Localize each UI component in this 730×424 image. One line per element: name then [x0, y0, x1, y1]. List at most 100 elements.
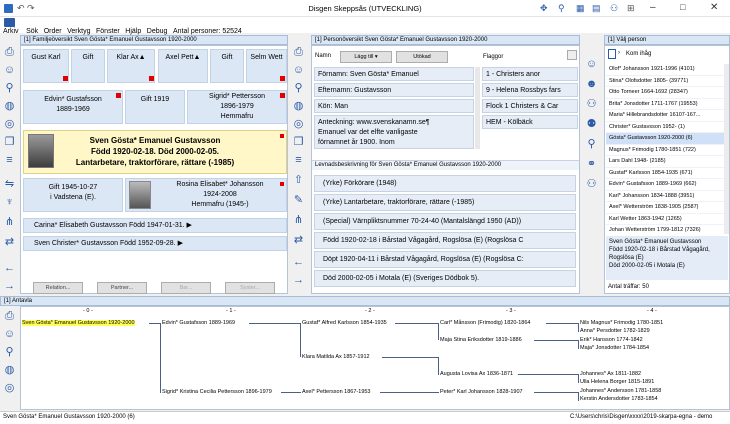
search-icon[interactable]: ⚲: [585, 138, 598, 151]
printer-icon[interactable]: ⎙: [3, 310, 16, 323]
edit-icon[interactable]: ✎: [292, 194, 305, 207]
menu-order[interactable]: Order: [44, 28, 62, 35]
bio-item[interactable]: Döpt 1920-04-11 i Bårstad Vågagård, Rogs…: [314, 251, 576, 268]
relation-button[interactable]: Relation...: [33, 282, 83, 294]
shuffle-icon[interactable]: ⇄: [3, 236, 16, 249]
maximize-icon[interactable]: □: [680, 2, 685, 12]
calendar-icon[interactable]: ▦: [576, 3, 585, 14]
father-card[interactable]: Edvin* Gustafsson 1889-1969: [23, 90, 123, 124]
flag-item[interactable]: HEM - Kölbäck: [482, 115, 578, 129]
bio-item[interactable]: Född 1920-02-18 i Bårstad Vågagård, Rogs…: [314, 232, 576, 249]
grandparent-marriage[interactable]: Gift: [71, 49, 105, 83]
list-item[interactable]: Magnus* Frimodig 1780-1851 (722): [606, 145, 724, 156]
search-icon[interactable]: ⚲: [292, 82, 305, 95]
forward-icon[interactable]: →: [292, 274, 305, 287]
menu-fonster[interactable]: Fönster: [96, 28, 120, 35]
ancestor-node[interactable]: Klara Matilda Ax 1857-1912: [302, 354, 370, 360]
menu-verktyg[interactable]: Verktyg: [67, 28, 90, 35]
spouse-marriage[interactable]: Gift 1945-10-27 i Vadstena (E).: [23, 178, 123, 212]
person-pair-icon[interactable]: ⚭: [585, 158, 598, 171]
split-icon[interactable]: ⇋: [3, 178, 16, 191]
list-item[interactable]: Karl Wetter 1863-1942 (1265): [606, 214, 724, 225]
grid-icon[interactable]: ⊞: [627, 3, 635, 14]
back-icon[interactable]: ←: [3, 262, 16, 275]
globe-icon[interactable]: ◍: [3, 364, 16, 377]
note-field[interactable]: Anteckning: www.svenskanamn.se¶ Emanuel …: [314, 115, 474, 149]
remember-label[interactable]: Kom ihåg: [626, 51, 651, 57]
person-icon[interactable]: ☺: [292, 64, 305, 77]
menu-hjalp[interactable]: Hjälp: [125, 28, 141, 35]
globe-icon[interactable]: ◍: [292, 100, 305, 113]
family-icon[interactable]: ♆: [3, 196, 16, 209]
ancestor-node[interactable]: Carl* Månsson (Frimodig) 1820-1864: [440, 320, 530, 326]
list-scrollbar[interactable]: [724, 64, 729, 234]
expand-button[interactable]: Utökad: [396, 51, 448, 63]
bio-item[interactable]: Död 2000-02-05 i Motala (E) (Sveriges Dö…: [314, 270, 576, 287]
child-row[interactable]: Sven Christer* Gustavsson Född 1952-09-2…: [23, 236, 287, 251]
flags-menu-button[interactable]: [567, 50, 577, 60]
ancestor-node[interactable]: Kerstin Andersdotter 1783-1854: [580, 396, 658, 402]
person-filter-icon[interactable]: ⚇: [585, 98, 598, 111]
list-item[interactable]: Christer* Gustavsson 1952- (1): [606, 122, 724, 133]
copy-icon[interactable]: ❐: [292, 136, 305, 149]
ancestor-node[interactable]: Johannes* Andersson 1781-1858: [580, 388, 661, 394]
person-remove-icon[interactable]: ⚉: [585, 118, 598, 131]
list-item[interactable]: Axel* Wetterström 1838-1905 (2587): [606, 202, 724, 214]
person-sort-icon[interactable]: ☻: [585, 78, 598, 91]
globe-icon[interactable]: ◍: [3, 100, 16, 113]
partner-button[interactable]: Partner...: [97, 282, 147, 294]
person-add-icon[interactable]: ☺: [585, 58, 598, 71]
bio-item[interactable]: (Yrke) Lantarbetare, traktorförare, rätt…: [314, 194, 576, 211]
grandparent-marriage[interactable]: Gift: [210, 49, 244, 83]
ancestor-node[interactable]: Maja Stina Eriksdotter 1819-1886: [440, 337, 522, 343]
root-person[interactable]: Sven Gösta* Emanuel Gustavsson 1920-2000: [22, 320, 135, 326]
ancestor-node[interactable]: Maja* Jonsdotter 1784-1854: [580, 345, 649, 351]
name-tab[interactable]: Namn: [315, 53, 331, 59]
merge-icon[interactable]: ⋔: [3, 216, 16, 229]
list-item[interactable]: Otto Torneer 1664-1692 (28347): [606, 87, 724, 99]
back-icon[interactable]: ←: [292, 256, 305, 269]
globe-search-icon[interactable]: ◎: [3, 382, 16, 395]
forward-icon[interactable]: →: [3, 280, 16, 293]
person-icon[interactable]: ☺: [3, 328, 16, 341]
list-item[interactable]: Olof* Johansson 1921-1996 (4101): [606, 64, 724, 76]
grandparent-card[interactable]: Klar Ax▲: [107, 49, 155, 83]
flag-item[interactable]: 1 - Christers anor: [482, 67, 578, 81]
parents-marriage[interactable]: Gift 1919: [125, 90, 185, 124]
close-icon[interactable]: ✕: [710, 2, 718, 13]
tree-icon[interactable]: ⚲: [558, 3, 565, 14]
ancestor-node[interactable]: Johannes* Ax 1811-1882: [580, 371, 641, 377]
bio-item[interactable]: (Special) Värnpliktsnummer 70-24-40 (Man…: [314, 213, 576, 230]
book-icon[interactable]: ▤: [592, 3, 601, 14]
menu-debug[interactable]: Debug: [147, 28, 168, 35]
flag-item[interactable]: Flock 1 Christers & Car: [482, 99, 578, 113]
list-icon[interactable]: ≡: [3, 154, 16, 167]
move-icon[interactable]: ✥: [540, 3, 548, 14]
note-scrollbar[interactable]: [475, 67, 480, 149]
globe-search-icon[interactable]: ◎: [3, 118, 16, 131]
last-name-field[interactable]: Efternamn: Gustavsson: [314, 83, 474, 97]
shuffle-icon[interactable]: ⇄: [292, 234, 305, 247]
ancestor-node[interactable]: Gustaf* Alfred Karlsson 1854-1935: [302, 320, 387, 326]
merge-icon[interactable]: ⋔: [292, 214, 305, 227]
ancestor-node[interactable]: Sigrid* Kristina Cecilia Pettersson 1896…: [162, 389, 272, 395]
collapse-icon[interactable]: ⇧: [292, 174, 305, 187]
flag-item[interactable]: 9 - Helena Rossbys fars: [482, 83, 578, 97]
search-icon[interactable]: ⚲: [3, 82, 16, 95]
ancestor-node[interactable]: Peter* Karl Johansson 1828-1907: [440, 389, 523, 395]
file-icon[interactable]: [4, 18, 15, 27]
list-item[interactable]: Stina* Olofsdotter 1805- (39771): [606, 76, 724, 87]
list-item[interactable]: Lars Dahl 1948- (2185): [606, 156, 724, 168]
list-item[interactable]: Johan Wetterström 1799-1812 (7326): [606, 225, 724, 234]
ancestor-node[interactable]: Nils Magnus* Frimodig 1780-1851: [580, 320, 663, 326]
menu-sok[interactable]: Sök: [26, 28, 38, 35]
printer-icon[interactable]: ⎙: [3, 46, 16, 59]
person-delete-icon[interactable]: ⚇: [585, 178, 598, 191]
globe-search-icon[interactable]: ◎: [292, 118, 305, 131]
ancestor-node[interactable]: Erik* Hansson 1774-1842: [580, 337, 643, 343]
gender-field[interactable]: Kön: Man: [314, 99, 474, 113]
list-item[interactable]: Karl* Johansson 1834-1888 (3951): [606, 191, 724, 202]
add-button[interactable]: Lägg till ▾: [340, 51, 392, 63]
grandparent-card[interactable]: Axel Pett▲: [158, 49, 208, 83]
list-item[interactable]: Gustaf* Karlsson 1854-1935 (671): [606, 168, 724, 179]
